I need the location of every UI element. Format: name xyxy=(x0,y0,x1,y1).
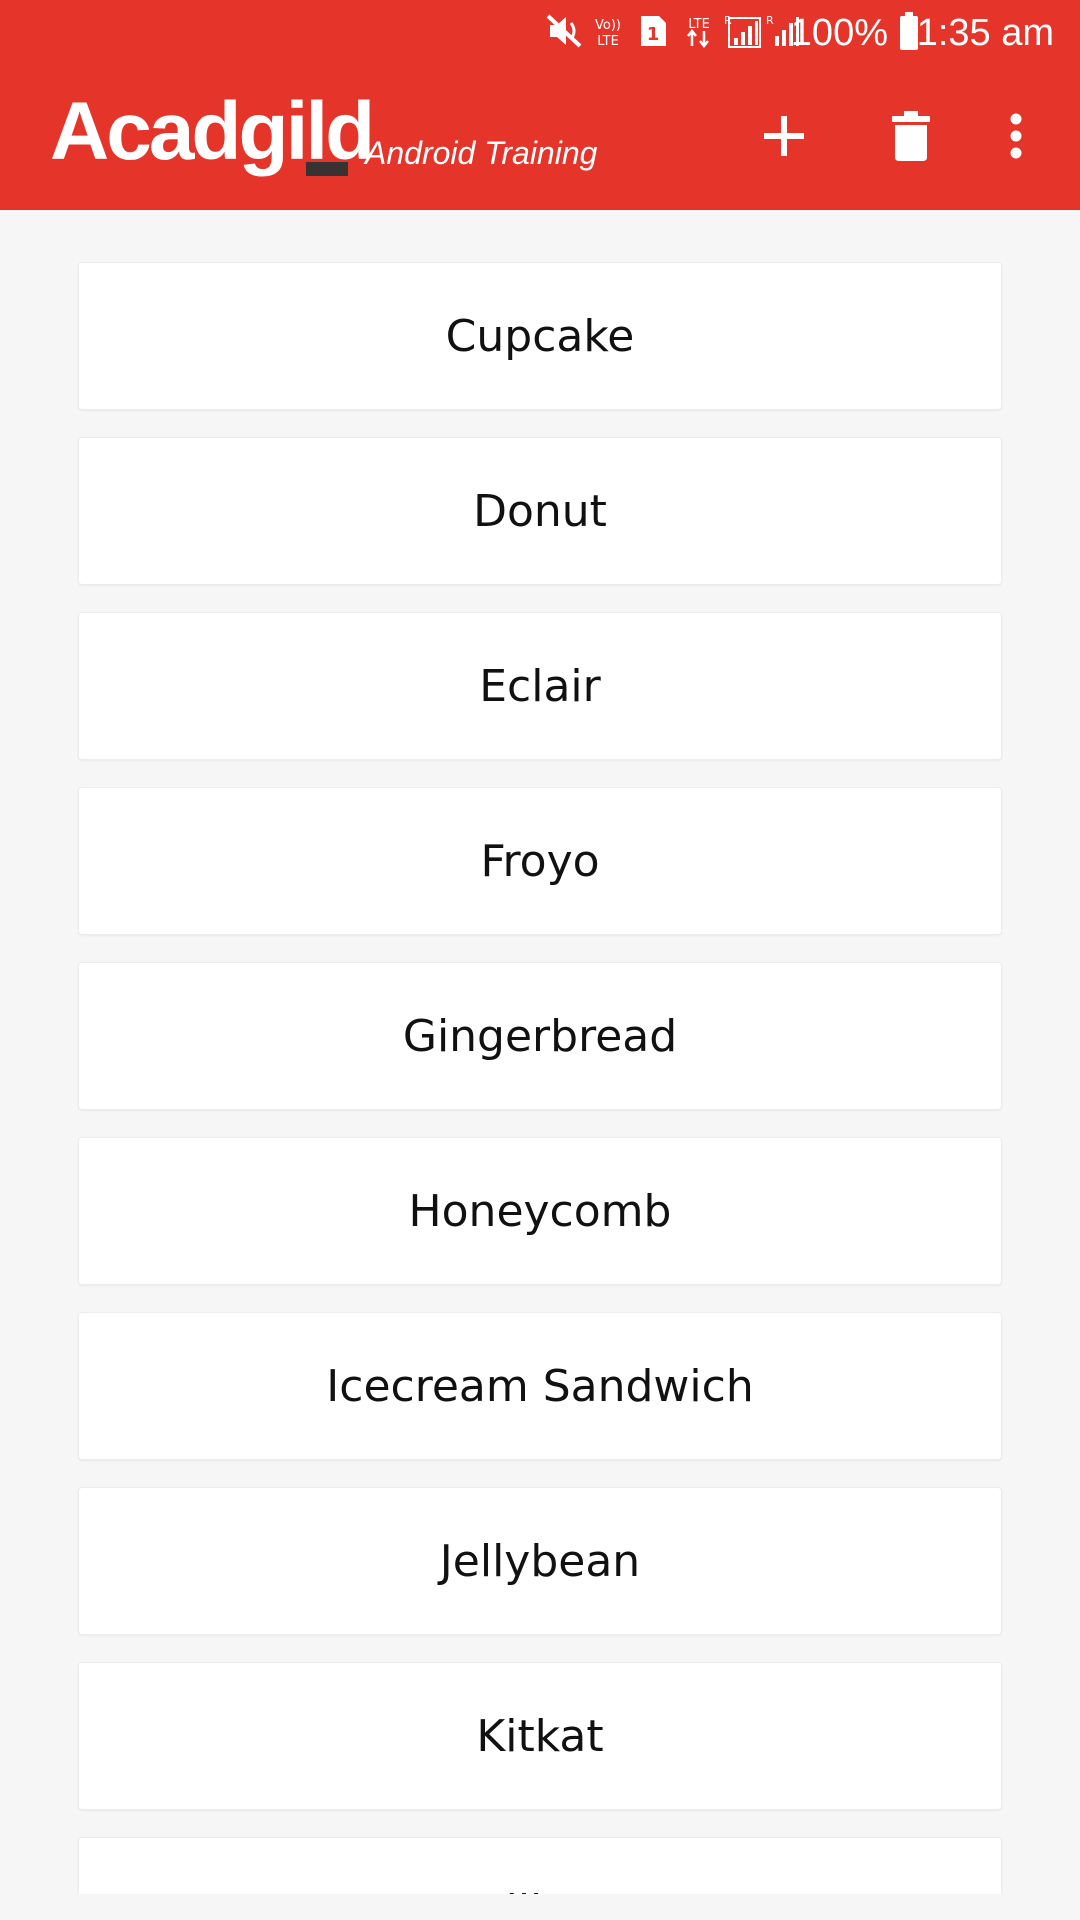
list-item[interactable]: Lollipop xyxy=(78,1837,1002,1894)
list-item-label: Kitkat xyxy=(476,1710,604,1762)
delete-button[interactable] xyxy=(875,100,947,172)
list-item[interactable]: Donut xyxy=(78,437,1002,585)
overflow-menu-button[interactable] xyxy=(986,100,1046,172)
svg-text:R: R xyxy=(724,14,732,27)
list-item-label: Icecream Sandwich xyxy=(326,1360,754,1412)
logo-accent-bar xyxy=(306,162,348,176)
lte-data-icon: LTE xyxy=(687,17,710,48)
list-item[interactable]: Honeycomb xyxy=(78,1137,1002,1285)
svg-text:Vo)): Vo)) xyxy=(595,18,621,33)
delete-icon xyxy=(892,111,930,161)
list-item-label: Gingerbread xyxy=(402,1010,678,1062)
sim1-icon: 1 xyxy=(641,16,666,46)
signal-roaming-icon: R xyxy=(724,14,761,48)
svg-text:R: R xyxy=(766,14,774,27)
mute-icon xyxy=(546,14,582,48)
list-item-label: Froyo xyxy=(480,835,600,887)
app-bar: Vo)) LTE 1 LTE R R 100% 1:35 am Acadgild… xyxy=(0,0,1080,210)
list-item[interactable]: Eclair xyxy=(78,612,1002,760)
list-item-label: Jellybean xyxy=(439,1535,641,1587)
add-icon xyxy=(764,116,804,156)
list-item[interactable]: Jellybean xyxy=(78,1487,1002,1635)
svg-text:1: 1 xyxy=(647,24,660,45)
list-item-label: Eclair xyxy=(479,660,601,712)
list-item[interactable]: Cupcake xyxy=(78,262,1002,410)
clock: 1:35 am xyxy=(916,12,1054,54)
svg-text:LTE: LTE xyxy=(597,34,619,48)
volte-icon: Vo)) LTE xyxy=(595,18,621,48)
list-item[interactable]: Gingerbread xyxy=(78,962,1002,1110)
list-container[interactable]: Cupcake Donut Eclair Froyo Gingerbread H… xyxy=(26,234,1054,1894)
list-item-label: Cupcake xyxy=(445,310,635,362)
list-item-label: Honeycomb xyxy=(408,1185,672,1237)
version-list: Cupcake Donut Eclair Froyo Gingerbread H… xyxy=(78,262,1002,1894)
status-bar: Vo)) LTE 1 LTE R R 100% 1:35 am xyxy=(0,0,1080,66)
add-button[interactable] xyxy=(748,100,820,172)
battery-percentage: 100% xyxy=(790,12,888,54)
list-item-label: Donut xyxy=(473,485,607,537)
toolbar-subtitle: Android Training xyxy=(365,135,598,171)
list-item[interactable]: Froyo xyxy=(78,787,1002,935)
list-item[interactable]: Icecream Sandwich xyxy=(78,1312,1002,1460)
more-vert-icon xyxy=(1010,113,1022,159)
list-item-label: Lollipop xyxy=(455,1886,625,1895)
list-item[interactable]: Kitkat xyxy=(78,1662,1002,1810)
